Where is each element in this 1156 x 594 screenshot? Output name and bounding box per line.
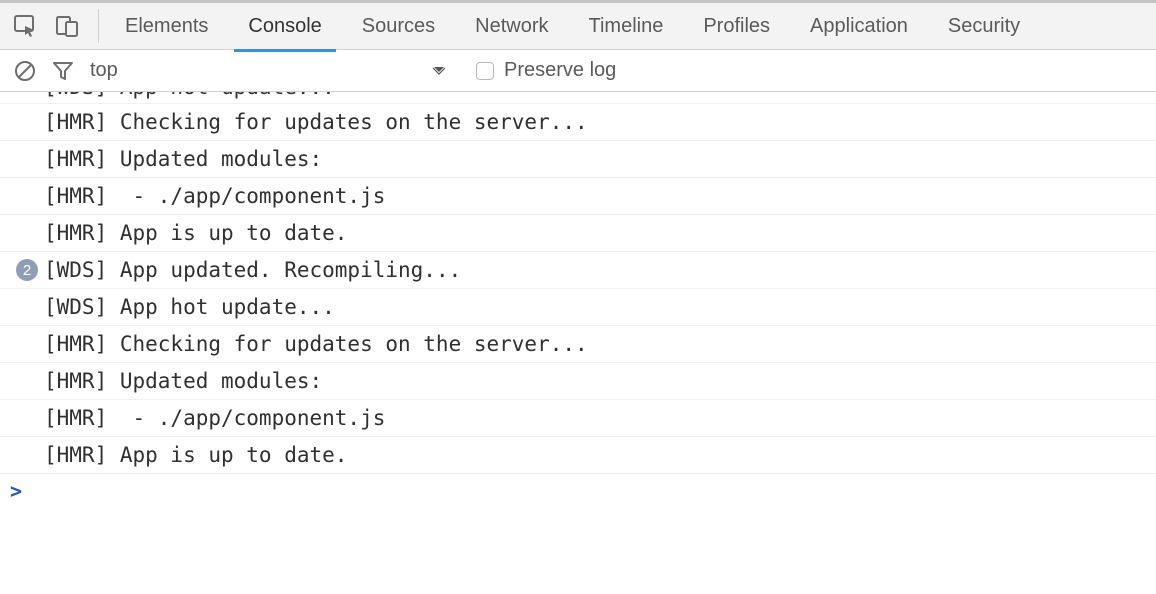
- preserve-log-checkbox[interactable]: [476, 62, 494, 80]
- tab-profiles[interactable]: Profiles: [683, 1, 790, 51]
- log-message: [WDS] App hot update...: [44, 92, 335, 99]
- console-output: [WDS] App hot update... [HMR] Checking f…: [0, 92, 1156, 508]
- preserve-log-label: Preserve log: [504, 59, 616, 82]
- log-row: [WDS] App hot update...: [0, 289, 1156, 326]
- devtools-tabbar: Elements Console Sources Network Timelin…: [0, 0, 1156, 50]
- dropdown-caret-icon: [432, 66, 446, 76]
- tab-timeline[interactable]: Timeline: [569, 1, 684, 51]
- filter-icon[interactable]: [52, 61, 74, 81]
- clear-console-icon[interactable]: [14, 60, 36, 82]
- log-row: [HMR] App is up to date.: [0, 215, 1156, 252]
- log-row: [HMR] Updated modules:: [0, 141, 1156, 178]
- prompt-caret-icon: >: [10, 479, 22, 503]
- console-filterbar: top Preserve log: [0, 50, 1156, 92]
- tab-security[interactable]: Security: [928, 1, 1040, 51]
- repeat-count-badge: 2: [16, 259, 38, 281]
- log-message: [HMR] Updated modules:: [44, 369, 322, 393]
- tab-sources[interactable]: Sources: [342, 1, 455, 51]
- log-row: [HMR] App is up to date.: [0, 437, 1156, 474]
- execution-context-selector[interactable]: top: [90, 59, 460, 82]
- log-row: [HMR] Checking for updates on the server…: [0, 104, 1156, 141]
- log-message: [HMR] - ./app/component.js: [44, 184, 385, 208]
- log-gutter: 2: [0, 259, 44, 281]
- console-prompt[interactable]: >: [0, 474, 1156, 508]
- context-label: top: [90, 59, 118, 82]
- log-message: [HMR] App is up to date.: [44, 443, 347, 467]
- tab-console[interactable]: Console: [228, 1, 341, 51]
- log-row: 2 [WDS] App updated. Recompiling...: [0, 252, 1156, 289]
- log-message: [HMR] - ./app/component.js: [44, 406, 385, 430]
- tabbar-iconbox: [14, 9, 99, 43]
- inspect-element-icon[interactable]: [14, 15, 38, 37]
- log-message: [WDS] App hot update...: [44, 295, 335, 319]
- log-row: [HMR] - ./app/component.js: [0, 178, 1156, 215]
- preserve-log-toggle[interactable]: Preserve log: [476, 59, 616, 82]
- log-message: [HMR] Updated modules:: [44, 147, 322, 171]
- device-toolbar-icon[interactable]: [56, 15, 78, 37]
- log-row: [HMR] Updated modules:: [0, 363, 1156, 400]
- log-message: [HMR] Checking for updates on the server…: [44, 332, 588, 356]
- log-row: [HMR] Checking for updates on the server…: [0, 326, 1156, 363]
- log-message: [WDS] App updated. Recompiling...: [44, 258, 461, 282]
- tab-network[interactable]: Network: [455, 1, 568, 51]
- log-message: [HMR] App is up to date.: [44, 221, 347, 245]
- tab-application[interactable]: Application: [790, 1, 928, 51]
- log-row: [WDS] App hot update...: [0, 92, 1156, 104]
- tab-elements[interactable]: Elements: [105, 1, 228, 51]
- log-message: [HMR] Checking for updates on the server…: [44, 110, 588, 134]
- log-row: [HMR] - ./app/component.js: [0, 400, 1156, 437]
